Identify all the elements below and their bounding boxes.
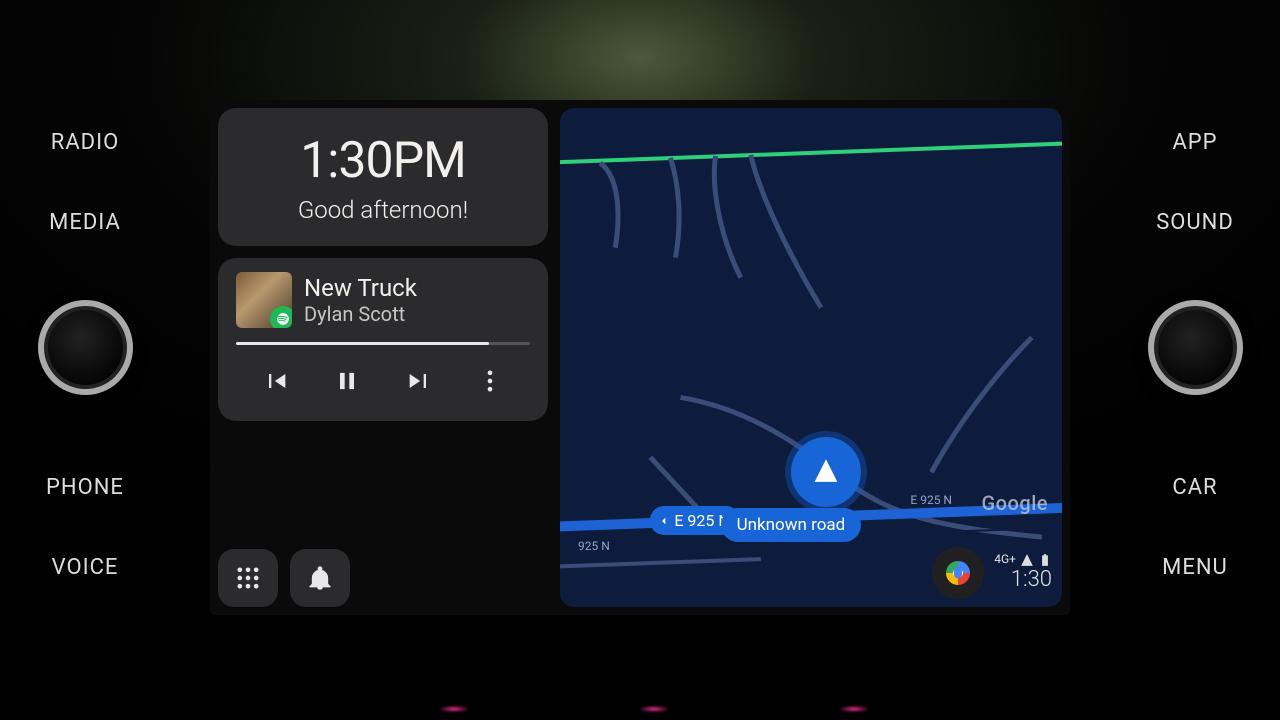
media-overflow-button[interactable] (466, 357, 514, 405)
clock-time: 1:30PM (228, 132, 538, 190)
bezel-media-button[interactable]: MEDIA (49, 210, 121, 235)
android-auto-screen: 1:30PM Good afternoon! New Truck Dylan S… (210, 100, 1070, 615)
previous-track-button[interactable] (252, 357, 300, 405)
network-type: 4G+ (994, 553, 1016, 567)
map-pane[interactable]: E 925 N 925 N E 925 N Unknown road Googl… (560, 108, 1062, 607)
map-road-label-925n: 925 N (578, 539, 610, 553)
bezel-right: APP SOUND CAR MENU (1110, 0, 1280, 720)
bezel-app-button[interactable]: APP (1172, 130, 1217, 155)
app-launcher-button[interactable] (218, 549, 278, 607)
greeting-text: Good afternoon! (228, 196, 538, 224)
notifications-button[interactable] (290, 549, 350, 607)
turn-left-icon (656, 513, 672, 529)
next-track-button[interactable] (395, 357, 443, 405)
current-road-label: Unknown road (737, 515, 846, 535)
bezel-voice-button[interactable]: VOICE (52, 555, 119, 580)
media-card[interactable]: New Truck Dylan Scott (218, 258, 548, 421)
bezel-radio-button[interactable]: RADIO (51, 130, 119, 155)
map-provider-label: Google (982, 491, 1048, 515)
media-progress-bar[interactable] (236, 342, 530, 345)
cards-column: 1:30PM Good afternoon! New Truck Dylan S… (218, 108, 548, 607)
bezel-right-knob[interactable] (1148, 300, 1243, 395)
status-cluster: 4G+ 1:30 (932, 547, 1052, 599)
signal-icon (1020, 553, 1034, 567)
current-road-chip[interactable]: Unknown road (721, 508, 862, 542)
bezel-left: RADIO MEDIA PHONE VOICE (0, 0, 170, 720)
bezel-menu-button[interactable]: MENU (1162, 555, 1228, 580)
grid-icon (234, 564, 262, 592)
track-artist: Dylan Scott (304, 302, 417, 326)
assistant-mic-icon (946, 561, 970, 585)
map-road-label-e925n: E 925 N (910, 493, 952, 507)
status-time: 1:30 (994, 567, 1052, 592)
battery-icon (1038, 553, 1052, 567)
track-title: New Truck (304, 274, 417, 302)
bezel-car-button[interactable]: CAR (1172, 475, 1217, 500)
album-art (236, 272, 292, 328)
bezel-left-knob[interactable] (38, 300, 133, 395)
current-location-marker (791, 437, 861, 507)
pause-button[interactable] (323, 357, 371, 405)
bezel-phone-button[interactable]: PHONE (46, 475, 124, 500)
launcher-row (218, 549, 548, 607)
assistant-button[interactable] (932, 547, 984, 599)
spotify-icon (270, 306, 292, 328)
bell-icon (306, 564, 334, 592)
greeting-card: 1:30PM Good afternoon! (218, 108, 548, 246)
bezel-sound-button[interactable]: SOUND (1156, 210, 1234, 235)
